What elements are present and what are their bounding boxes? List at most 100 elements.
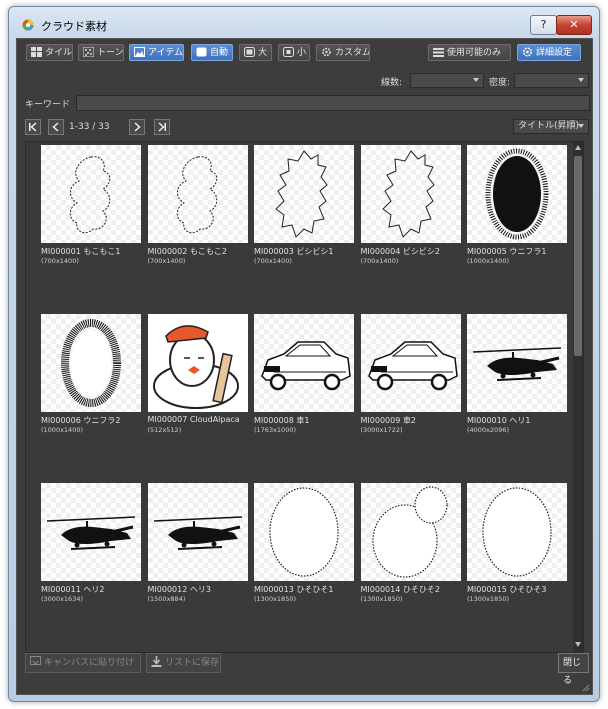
small-size-label: 小 [297, 48, 307, 58]
save-to-list-button[interactable]: リストに保存 [146, 653, 221, 673]
car-drawing-icon [261, 341, 351, 391]
paste-to-canvas-button[interactable]: キャンバスに貼り付け [25, 653, 141, 673]
material-thumbnail[interactable] [41, 483, 141, 581]
close-button[interactable]: 閉じる [558, 653, 589, 686]
large-size-button[interactable]: 大 [239, 44, 272, 61]
material-thumbnail[interactable] [147, 483, 248, 581]
helicopter-icon [46, 516, 136, 550]
material-name: MI000003 ビシビシ1 [254, 247, 334, 256]
material-item[interactable]: MI000001 もこもこ1 (700x1400) [41, 145, 141, 265]
material-size: (700x1400) [41, 257, 79, 265]
material-item[interactable]: MI000003 ビシビシ1 (700x1400) [254, 145, 354, 265]
resize-grip-icon[interactable] [582, 684, 590, 692]
keyword-input[interactable] [76, 95, 590, 111]
material-size: (700x1400) [147, 257, 186, 265]
chevron-right-icon [134, 122, 141, 132]
close-window-button[interactable]: ✕ [556, 15, 592, 35]
alpaca-mascot-icon [147, 314, 248, 412]
list-icon [433, 48, 444, 57]
material-size: (1500x884) [147, 595, 186, 603]
material-item[interactable]: MI000005 ウニフラ1 (1000x1400) [467, 145, 567, 265]
tone-view-label: トーン [97, 48, 124, 58]
density-label: 密度: [489, 78, 511, 88]
material-size: (512x512) [147, 426, 182, 434]
vertical-scrollbar[interactable] [573, 142, 583, 652]
first-page-button[interactable] [25, 119, 41, 135]
available-only-label: 使用可能のみ [447, 48, 502, 58]
tone-pattern-icon [83, 47, 94, 57]
material-thumbnail[interactable] [147, 314, 248, 412]
material-thumbnail[interactable] [254, 145, 354, 243]
sort-value: タイトル(昇順) [518, 121, 580, 131]
app-icon [22, 19, 34, 31]
paste-canvas-icon [30, 656, 41, 665]
density-select[interactable] [514, 73, 589, 88]
material-thumbnail[interactable] [360, 145, 461, 243]
lines-select[interactable] [410, 73, 484, 88]
material-name: MI000009 車2 [360, 416, 416, 425]
sort-select[interactable]: タイトル(昇順) [513, 119, 589, 134]
material-item[interactable]: MI000011 ヘリ2 (3000x1634) [41, 483, 141, 603]
helicopter-icon [472, 347, 562, 381]
material-thumbnail[interactable] [360, 483, 461, 581]
material-name: MI000002 もこもこ2 [147, 247, 227, 256]
material-thumbnail[interactable] [41, 314, 141, 412]
material-item[interactable]: MI000008 車1 (1763x1000) [254, 314, 354, 434]
item-image-icon [134, 47, 145, 57]
material-name: MI000010 ヘリ1 [467, 416, 531, 425]
small-size-button[interactable]: 小 [278, 44, 310, 61]
detail-settings-label: 詳細設定 [536, 48, 573, 58]
dotted-oval-icon [269, 487, 339, 577]
chevron-down-icon [578, 124, 584, 128]
previous-page-button[interactable] [48, 119, 64, 135]
material-thumbnail[interactable] [360, 314, 461, 412]
material-thumbnail[interactable] [147, 145, 248, 243]
auto-size-button[interactable]: 自動 [191, 44, 233, 61]
material-size: (1300x1850) [360, 595, 403, 603]
tone-view-button[interactable]: トーン [78, 44, 124, 61]
item-view-button[interactable]: アイテム [129, 44, 184, 61]
material-thumbnail[interactable] [254, 483, 354, 581]
paste-to-canvas-label: キャンバスに貼り付け [44, 658, 135, 668]
settings-gear-icon [522, 47, 533, 57]
material-name: MI000013 ひそひそ1 [254, 585, 334, 594]
next-page-button[interactable] [129, 119, 145, 135]
material-thumbnail[interactable] [467, 145, 567, 243]
detail-settings-button[interactable]: 詳細設定 [517, 44, 581, 61]
material-size: (700x1400) [254, 257, 292, 265]
tile-view-button[interactable]: タイル [26, 44, 73, 61]
scroll-down-icon[interactable] [575, 642, 581, 647]
car-drawing-icon [367, 341, 458, 391]
material-item[interactable]: MI000014 ひそひそ2 (1300x1850) [360, 483, 461, 603]
material-thumbnail[interactable] [467, 314, 567, 412]
chevron-down-icon [578, 78, 584, 82]
scroll-thumb[interactable] [574, 156, 582, 356]
material-name: MI000005 ウニフラ1 [467, 247, 547, 256]
first-page-icon [29, 122, 37, 132]
title-bar[interactable]: クラウド素材 ? ✕ [9, 7, 599, 37]
help-button[interactable]: ? [530, 15, 557, 35]
material-item[interactable]: MI000015 ひそひそ3 (1300x1850) [467, 483, 567, 603]
material-item[interactable]: MI000013 ひそひそ1 (1300x1850) [254, 483, 354, 603]
material-item[interactable]: MI000007 CloudAlpaca (512x512) [147, 314, 248, 434]
material-item[interactable]: MI000010 ヘリ1 (4000x2096) [467, 314, 567, 434]
material-size: (3000x1634) [41, 595, 84, 603]
material-thumbnail[interactable] [41, 145, 141, 243]
material-name: MI000006 ウニフラ2 [41, 416, 121, 425]
material-size: (1300x1850) [467, 595, 510, 603]
material-item[interactable]: MI000006 ウニフラ2 (1000x1400) [41, 314, 141, 434]
material-size: (3000x1722) [360, 426, 403, 434]
material-item[interactable]: MI000012 ヘリ3 (1500x884) [147, 483, 248, 603]
material-size: (700x1400) [360, 257, 399, 265]
available-only-button[interactable]: 使用可能のみ [428, 44, 511, 61]
material-thumbnail[interactable] [467, 483, 567, 581]
material-item[interactable]: MI000004 ビシビシ2 (700x1400) [360, 145, 461, 265]
material-item[interactable]: MI000009 車2 (3000x1722) [360, 314, 461, 434]
spiky-outline-icon [381, 150, 435, 238]
custom-size-button[interactable]: カスタム [316, 44, 370, 61]
scroll-up-icon[interactable] [575, 145, 581, 150]
material-item[interactable]: MI000002 もこもこ2 (700x1400) [147, 145, 248, 265]
material-size: (1000x1400) [41, 426, 84, 434]
last-page-button[interactable] [154, 119, 170, 135]
material-thumbnail[interactable] [254, 314, 354, 412]
